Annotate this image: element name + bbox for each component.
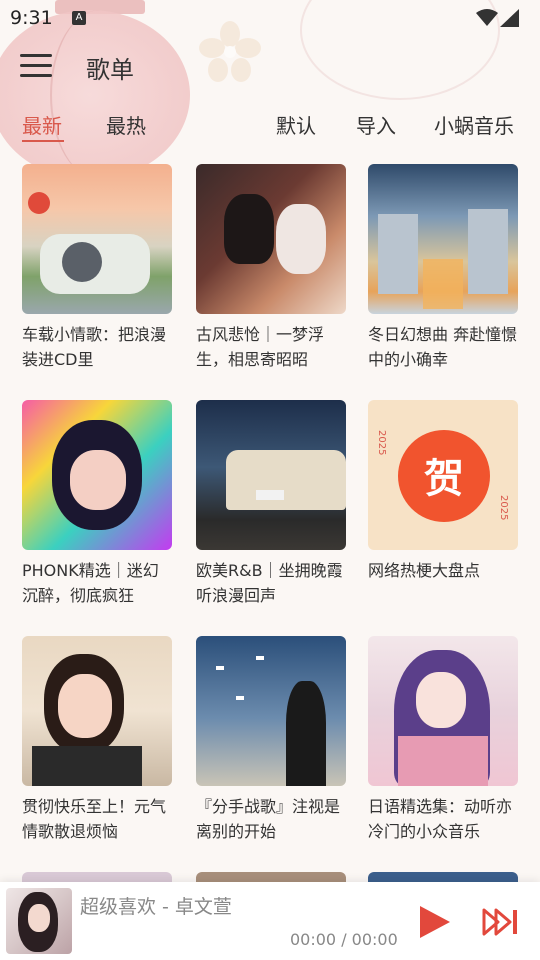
tab-newest[interactable]: 最新 [22,110,62,139]
building-shape [378,214,418,294]
play-icon[interactable] [418,904,452,940]
playlist-title: 古风悲怆｜一梦浮生，相思寄昭昭 [196,325,325,369]
year-label: 2025 [498,495,509,521]
playlist-cover [196,400,346,550]
menu-icon[interactable] [20,54,52,80]
playlist-card[interactable]: 古风悲怆｜一梦浮生，相思寄昭昭 [196,164,346,372]
car-shape [226,450,346,510]
playlist-title: 欧美R&B｜坐拥晚霞听浪漫回声 [196,561,343,605]
shirt-shape [32,746,142,786]
playlist-cover [196,164,346,314]
tab-hottest[interactable]: 最热 [106,110,146,139]
playlist-card[interactable]: 贯彻快乐至上！元气情歌散退烦恼 [22,636,172,844]
playlist-cover [22,636,172,786]
bird-shape [216,666,224,670]
playlist-card[interactable]: 车载小情歌：把浪漫装进CD里 [22,164,172,372]
playlist-title: 车载小情歌：把浪漫装进CD里 [22,325,167,369]
playlist-card[interactable]: 冬日幻想曲 奔赴憧憬中的小确幸 [368,164,518,372]
person-shape [286,681,326,786]
bird-shape [256,656,264,660]
person-shape [276,204,326,274]
wifi-icon [476,9,498,26]
building-shape [468,209,508,294]
face-shape [416,672,466,728]
face-shape [70,450,126,510]
next-track-icon[interactable] [482,908,520,936]
mini-player[interactable]: 超级喜欢 - 卓文萱 00:00 / 00:00 [0,882,540,960]
playback-time: 00:00 / 00:00 [290,930,398,949]
playlist-title: 贯彻快乐至上！元气情歌散退烦恼 [22,797,167,841]
playlist-title: 『分手战歌』注视是离别的开始 [196,797,341,841]
tab-default[interactable]: 默认 [276,110,316,139]
bird-shape [236,696,244,700]
artist-face [28,904,50,932]
page-title: 歌单 [86,56,134,84]
playlist-card[interactable]: 『分手战歌』注视是离别的开始 [196,636,346,844]
playlist-cover [22,400,172,550]
street-light [423,259,463,309]
kimono-shape [398,736,488,786]
playlist-title: 冬日幻想曲 奔赴憧憬中的小确幸 [368,325,518,369]
tab-active-indicator [22,140,64,142]
now-playing-cover[interactable] [6,888,72,954]
playlist-cover [22,164,172,314]
year-label: 2025 [376,430,387,456]
signal-icon [500,9,519,27]
playlist-cover [368,636,518,786]
tab-import[interactable]: 导入 [356,110,396,139]
playlist-title: 网络热梗大盘点 [368,561,481,580]
playlist-card[interactable]: 2025 2025 贺 网络热梗大盘点 [368,400,518,583]
playlist-cover: 2025 2025 贺 [368,400,518,550]
notification-icon: A [72,11,86,25]
he-character: 贺 [424,456,464,502]
playlist-cover [368,164,518,314]
playlist-card[interactable]: PHONK精选｜迷幻沉醉，彻底疯狂 [22,400,172,608]
license-plate [256,490,284,500]
person-shape [224,194,274,264]
status-time: 9:31 [10,7,53,29]
playlist-cover [196,636,346,786]
playlist-card[interactable]: 欧美R&B｜坐拥晚霞听浪漫回声 [196,400,346,608]
now-playing-title: 超级喜欢 - 卓文萱 [80,896,232,918]
playlist-title: PHONK精选｜迷幻沉醉，彻底疯狂 [22,561,159,605]
character-shape [62,242,102,282]
face-shape [58,674,112,738]
playlist-card[interactable]: 日语精选集：动听亦冷门的小众音乐 [368,636,518,844]
tab-xiaowo-music[interactable]: 小蜗音乐 [434,110,514,139]
status-bar: 9:31 A [0,0,540,36]
no-entry-sign [28,192,50,214]
playlist-title: 日语精选集：动听亦冷门的小众音乐 [368,797,513,841]
